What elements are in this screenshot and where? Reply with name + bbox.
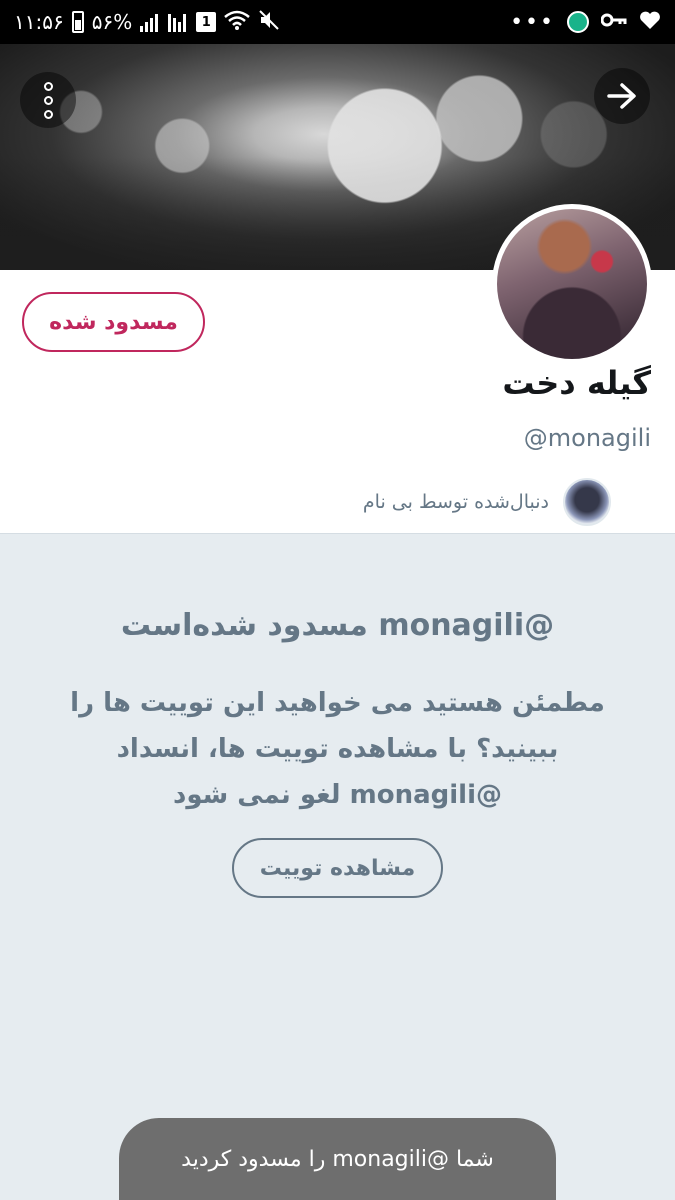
mute-icon	[258, 9, 280, 36]
shield-icon	[567, 11, 589, 33]
clock: ۱۱:۵۶	[14, 10, 64, 34]
follower-avatar	[563, 478, 611, 526]
followed-by[interactable]: دنبال‌شده توسط بی نام	[363, 478, 611, 526]
status-right: •••	[510, 10, 661, 35]
signal-icon	[168, 12, 188, 32]
signal-icon	[140, 12, 160, 32]
blocked-message: مطمئن هستید می خواهید این توییت ها را بب…	[70, 688, 605, 810]
key-icon	[600, 12, 627, 32]
status-bar: ۱۱:۵۶ ۵۶% 1 •••	[0, 0, 675, 44]
more-notifications-icon: •••	[510, 9, 555, 35]
battery-icon	[71, 11, 84, 33]
status-left: ۱۱:۵۶ ۵۶% 1	[14, 9, 280, 36]
more-vertical-icon[interactable]	[20, 72, 76, 128]
heart-icon	[639, 10, 661, 34]
toast-message: شما @monagili را مسدود کردید	[119, 1118, 556, 1200]
wifi-icon	[224, 10, 251, 35]
battery-level: ۵۶%	[91, 10, 133, 34]
view-tweets-button[interactable]: مشاهده توییت	[232, 838, 443, 898]
arrow-right-icon[interactable]	[594, 68, 650, 124]
blocked-title: @monagili مسدود شده‌است	[120, 608, 555, 643]
user-handle: @monagili	[523, 424, 651, 452]
avatar[interactable]	[492, 204, 652, 364]
display-name: گیله دخت	[502, 364, 651, 402]
blocked-button[interactable]: مسدود شده	[22, 292, 205, 352]
sim-icon: 1	[196, 12, 217, 32]
followed-by-text: دنبال‌شده توسط بی نام	[362, 491, 549, 513]
